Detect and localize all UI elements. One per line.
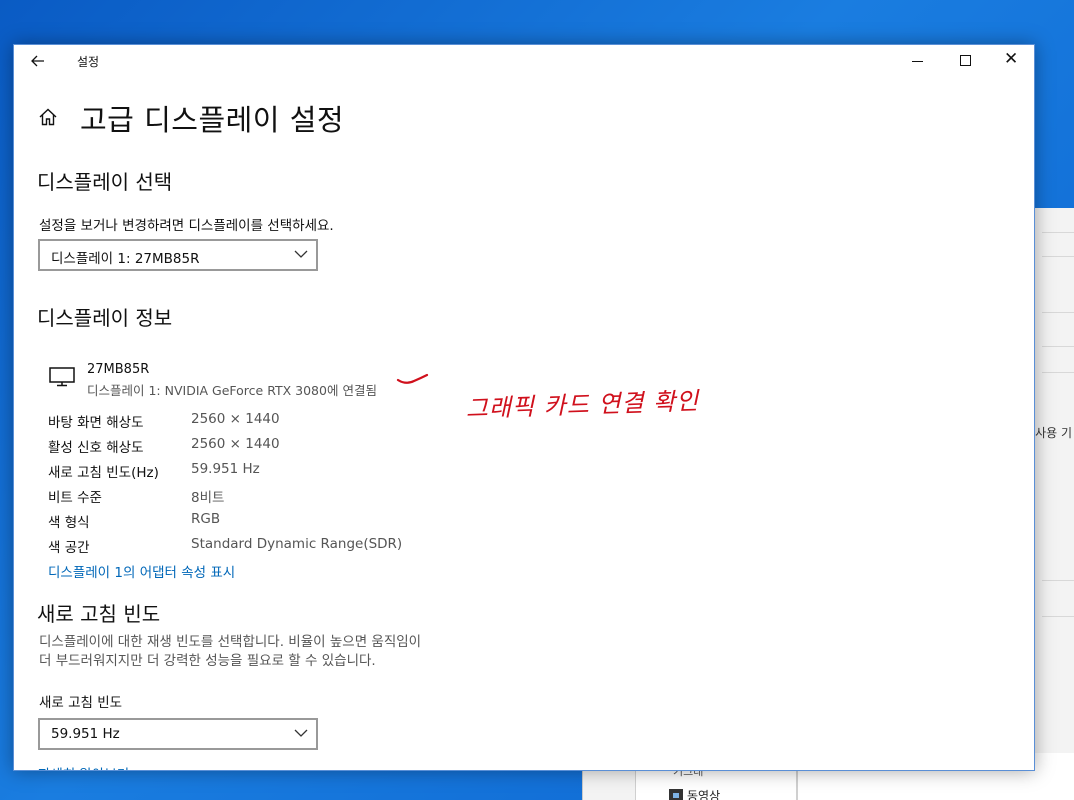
divider (1042, 616, 1074, 617)
display-info-heading: 디스플레이 정보 (37, 306, 173, 330)
info-value: 2560 × 1440 (191, 411, 280, 427)
divider (1042, 372, 1074, 373)
display-dropdown[interactable]: 디스플레이 1: 27MB85R (38, 239, 318, 271)
info-label: 바탕 화면 해상도 (48, 415, 144, 431)
chevron-down-icon (294, 729, 308, 737)
info-value: RGB (191, 511, 221, 527)
info-value: 8비트 (191, 490, 225, 506)
nav-item-label: 동영상 (687, 789, 721, 800)
nav-item-videos[interactable]: 동영상 (669, 787, 720, 800)
display-select-description: 설정을 보거나 변경하려면 디스플레이를 선택하세요. (39, 218, 334, 234)
minimize-icon (912, 61, 923, 62)
display-select-heading: 디스플레이 선택 (37, 170, 173, 194)
info-value: 2560 × 1440 (191, 436, 280, 452)
refresh-rate-label: 새로 고침 빈도 (39, 695, 123, 711)
display-dropdown-value: 디스플레이 1: 27MB85R (51, 251, 200, 267)
refresh-rate-heading: 새로 고침 빈도 (37, 602, 161, 626)
info-label: 색 공간 (48, 540, 90, 556)
info-row: 색 형식 RGB (48, 511, 648, 533)
maximize-icon (960, 55, 971, 66)
divider (1042, 232, 1074, 233)
refresh-rate-description-1: 디스플레이에 대한 재생 빈도를 선택합니다. 비율이 높으면 움직임이 (39, 634, 422, 650)
maximize-button[interactable] (942, 45, 988, 77)
back-button[interactable] (28, 51, 48, 71)
back-arrow-icon (31, 55, 44, 67)
info-row: 활성 신호 해상도 2560 × 1440 (48, 436, 648, 458)
refresh-rate-description-2: 더 부드러워지지만 더 강력한 성능을 필요로 할 수 있습니다. (39, 653, 376, 669)
divider (1042, 312, 1074, 313)
info-label: 비트 수준 (48, 490, 102, 506)
divider (1042, 580, 1074, 581)
info-label: 색 형식 (48, 515, 90, 531)
monitor-name: 27MB85R (87, 362, 150, 377)
background-partial-text: 사용 기 (1035, 426, 1072, 440)
adapter-properties-link[interactable]: 디스플레이 1의 어댑터 속성 표시 (48, 561, 235, 581)
settings-window: 설정 ✕ 고급 디스플레이 설정 디스플레이 선택 설정을 보거나 변경하려면 … (13, 44, 1035, 771)
divider (1042, 256, 1074, 257)
info-row: 색 공간 Standard Dynamic Range(SDR) (48, 536, 648, 558)
annotation-check-mark (396, 373, 429, 384)
info-row: 새로 고침 빈도(Hz) 59.951 Hz (48, 461, 648, 483)
title-bar[interactable]: 설정 ✕ (14, 45, 1034, 77)
divider (1042, 346, 1074, 347)
info-row: 바탕 화면 해상도 2560 × 1440 (48, 411, 648, 433)
app-title: 설정 (77, 55, 100, 69)
video-folder-icon (669, 789, 683, 800)
monitor-icon (49, 367, 75, 387)
minimize-button[interactable] (894, 45, 940, 77)
info-value: Standard Dynamic Range(SDR) (191, 536, 403, 552)
close-icon: ✕ (1004, 49, 1019, 69)
learn-more-link[interactable]: 자세히 알아보기 (38, 763, 129, 770)
info-value: 59.951 Hz (191, 461, 260, 477)
refresh-rate-dropdown-value: 59.951 Hz (51, 726, 120, 742)
info-label: 새로 고침 빈도(Hz) (48, 465, 159, 481)
refresh-rate-dropdown[interactable]: 59.951 Hz (38, 718, 318, 750)
close-button[interactable]: ✕ (988, 45, 1034, 77)
page-title: 고급 디스플레이 설정 (80, 103, 345, 137)
chevron-down-icon (294, 250, 308, 258)
home-icon[interactable] (38, 107, 58, 127)
info-label: 활성 신호 해상도 (48, 440, 144, 456)
monitor-connection: 디스플레이 1: NVIDIA GeForce RTX 3080에 연결됨 (87, 383, 377, 398)
info-row: 비트 수준 8비트 (48, 486, 648, 508)
